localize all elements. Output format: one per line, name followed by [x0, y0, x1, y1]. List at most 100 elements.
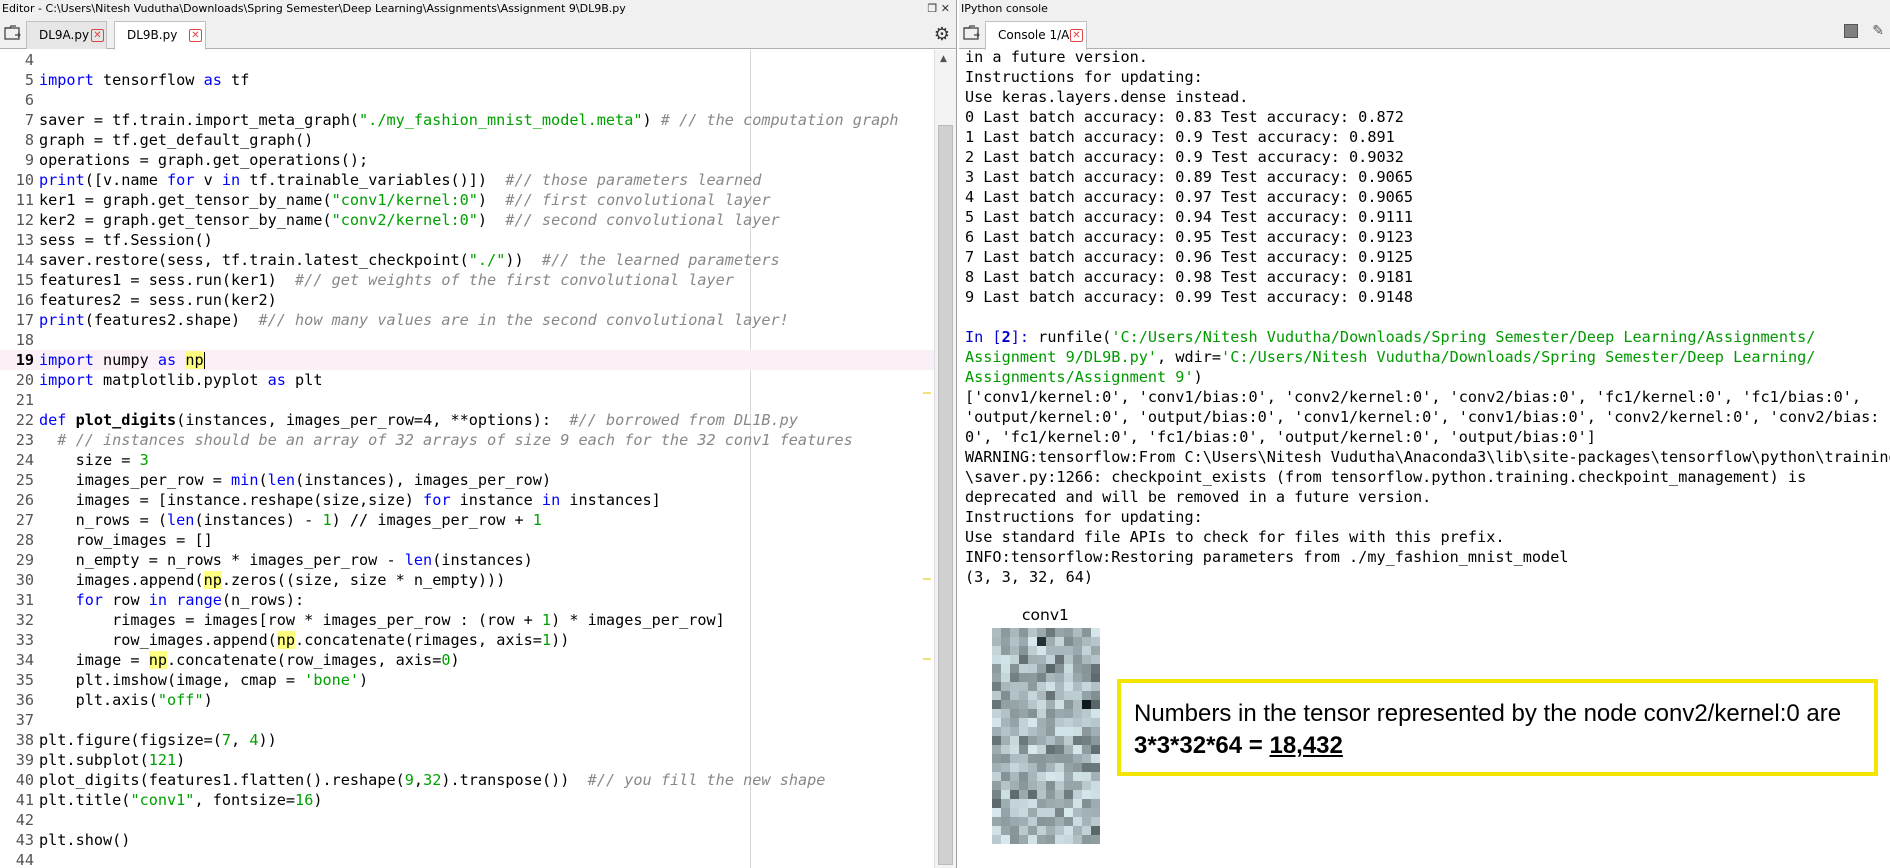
code-token: matplotlib.pyplot: [93, 371, 268, 389]
code-line: 4: [0, 50, 935, 70]
line-number: 20: [15, 371, 34, 389]
console-token: Assignment 9/DL9B.py': [965, 348, 1158, 366]
console-token: \saver.py:1266: checkpoint_exists (from …: [965, 468, 1807, 486]
console-line: Use keras.layers.dense instead.: [965, 87, 1885, 107]
code-editor[interactable]: 4 5 import tensorflow as tf 6 7 saver = tf.tr…: [0, 50, 935, 868]
code-token: ): [176, 751, 186, 769]
code-token: "conv2/kernel:0": [331, 211, 478, 229]
line-number: 26: [15, 491, 34, 509]
code-token: )): [505, 251, 542, 269]
stop-icon[interactable]: [1843, 24, 1858, 38]
console-line: Assignments/Assignment 9'): [965, 367, 1885, 387]
close-icon[interactable]: ✕: [91, 29, 104, 42]
console-line: 3 Last batch accuracy: 0.89 Test accurac…: [965, 167, 1885, 187]
line-number: 14: [15, 251, 34, 269]
code-token: 121: [148, 751, 177, 769]
editor-titlebar: Editor - C:\Users\Nitesh Vudutha\Downloa…: [0, 0, 956, 17]
code-line: 39 plt.subplot(121): [0, 750, 935, 770]
code-token: ): [477, 211, 506, 229]
scrollbar-thumb[interactable]: [938, 125, 953, 865]
close-icon[interactable]: ✕: [189, 29, 202, 42]
code-line: 15 features1 = sess.run(ker1) #// get wei…: [0, 270, 935, 290]
code-token: #// the learned parameters: [541, 251, 780, 269]
code-token: ): [642, 111, 661, 129]
code-token: np: [185, 351, 204, 369]
line-source: saver.restore(sess, tf.train.latest_chec…: [39, 250, 780, 270]
code-line: 32 rimages = images[row * images_per_row…: [0, 610, 935, 630]
console-token: INFO:tensorflow:Restoring parameters fro…: [965, 548, 1569, 566]
code-token: plt.show(): [39, 831, 131, 849]
tab-dl9b[interactable]: DL9B.py ✕: [114, 21, 206, 50]
console-token: Instructions for updating:: [965, 508, 1203, 526]
code-token: 3: [139, 451, 149, 469]
code-line: 13 sess = tf.Session(): [0, 230, 935, 250]
console-token: 0', 'fc1/kernel:0', 'fc1/bias:0', 'outpu…: [965, 428, 1596, 446]
console-line: 4 Last batch accuracy: 0.97 Test accurac…: [965, 187, 1885, 207]
code-line: 7 saver = tf.train.import_meta_graph("./m…: [0, 110, 935, 130]
tab-console[interactable]: Console 1/A ✕: [985, 21, 1087, 50]
console-token: in a future version.: [965, 48, 1148, 66]
code-token: features2 = sess.run(ker2): [39, 291, 277, 309]
line-source: plot_digits(features1.flatten().reshape(…: [39, 770, 825, 790]
console-token: ]:: [1010, 328, 1039, 346]
line-source: features2 = sess.run(ker2): [39, 290, 277, 310]
code-line: 42: [0, 810, 935, 830]
gear-icon[interactable]: ⚙: [934, 24, 950, 45]
code-line: 22 def plot_digits(instances, images_per_…: [0, 410, 935, 430]
code-token: features1 = sess.run(ker1): [39, 271, 296, 289]
code-token: ) * images_per_row]: [551, 611, 725, 629]
code-token: ): [477, 191, 506, 209]
editor-scrollbar[interactable]: ▲: [934, 50, 956, 868]
code-token: #// how many values are in the second co…: [258, 311, 789, 329]
line-source: graph = tf.get_default_graph(): [39, 130, 313, 150]
console-line: 8 Last batch accuracy: 0.98 Test accurac…: [965, 267, 1885, 287]
line-source: plt.title("conv1", fontsize=16): [39, 790, 323, 810]
tab-dl9a[interactable]: DL9A.py ✕: [26, 21, 107, 49]
console-line: (3, 3, 32, 64): [965, 567, 1885, 587]
code-line: 19 import numpy as np: [0, 350, 935, 370]
line-source: import numpy as np: [39, 350, 205, 370]
code-token: (instances, images_per_row=4, **options)…: [176, 411, 570, 429]
code-token: v: [194, 171, 222, 189]
code-token: print: [39, 171, 85, 189]
browse-tabs-icon[interactable]: [4, 25, 22, 41]
code-token: plt.axis(: [39, 691, 158, 709]
console-line: ['conv1/kernel:0', 'conv1/bias:0', 'conv…: [965, 387, 1885, 407]
code-token: plot_digits(features1.flatten().reshape(: [39, 771, 405, 789]
eraser-icon[interactable]: ✎: [1872, 23, 1884, 39]
line-number: 43: [15, 831, 34, 849]
console-output[interactable]: in a future version. Instructions for upd…: [965, 47, 1890, 587]
code-token: for: [167, 171, 195, 189]
console-line: In [2]: runfile('C:/Users/Nitesh Vudutha…: [965, 327, 1885, 347]
console-line: 7 Last batch accuracy: 0.96 Test accurac…: [965, 247, 1885, 267]
code-line: 24 size = 3: [0, 450, 935, 470]
line-number: 4: [24, 51, 34, 69]
code-token: 1: [532, 511, 542, 529]
pane-window-buttons[interactable]: ❐ ✕: [927, 0, 950, 17]
line-number: 38: [15, 731, 34, 749]
tab-label: DL9A.py: [39, 28, 90, 42]
line-number: 37: [15, 711, 34, 729]
console-token: runfile(: [1038, 328, 1112, 346]
line-number: 7: [24, 111, 34, 129]
console-token: In [: [965, 328, 1002, 346]
line-source: print([v.name for v in tf.trainable_vari…: [39, 170, 761, 190]
console-line: deprecated and will be removed in a futu…: [965, 487, 1885, 507]
line-number: 10: [15, 171, 34, 189]
console-token: 1 Last batch accuracy: 0.9 Test accuracy…: [965, 128, 1395, 146]
line-number: 34: [15, 651, 34, 669]
line-number: 6: [24, 91, 34, 109]
line-number: 35: [15, 671, 34, 689]
console-title: IPython console: [961, 2, 1048, 15]
code-line: 16 features2 = sess.run(ker2): [0, 290, 935, 310]
code-token: print: [39, 311, 85, 329]
console-line: Instructions for updating:: [965, 67, 1885, 87]
close-icon[interactable]: ✕: [1070, 29, 1083, 42]
line-source: n_rows = (len(instances) - 1) // images_…: [39, 510, 542, 530]
scroll-up-arrow-icon[interactable]: ▲: [940, 54, 947, 64]
code-line: 40 plot_digits(features1.flatten().reshap…: [0, 770, 935, 790]
line-source: plt.axis("off"): [39, 690, 213, 710]
browse-tabs-icon[interactable]: [963, 25, 981, 41]
code-token: )): [551, 631, 570, 649]
